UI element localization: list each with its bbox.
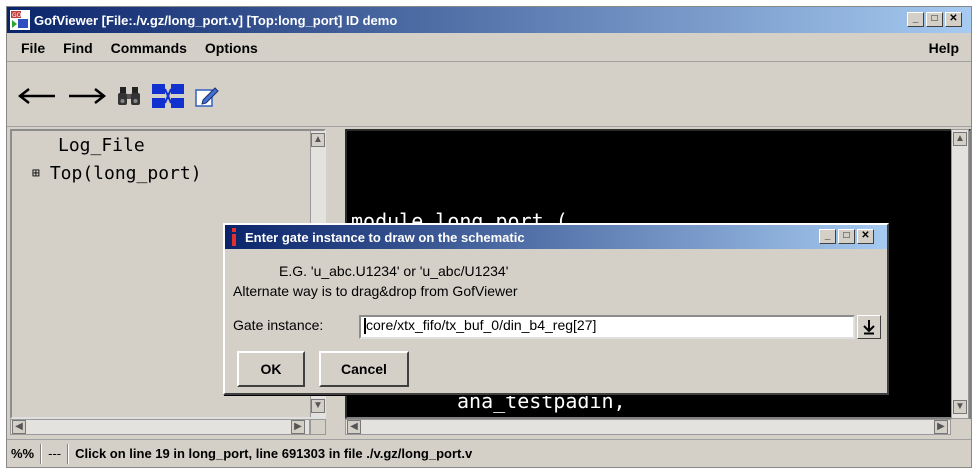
- app-icon: GOF: [10, 10, 30, 30]
- code-vertical-scrollbar[interactable]: ▲ ▼: [951, 129, 969, 419]
- dialog-close-button[interactable]: ✕: [857, 229, 874, 244]
- dialog-example-text: E.G. 'u_abc.U1234' or 'u_abc/U1234': [279, 263, 509, 279]
- code-horizontal-scrollbar[interactable]: ◀ ▶: [345, 419, 951, 435]
- status-bar: %% --- Click on line 19 in long_port, li…: [7, 439, 971, 467]
- status-zoom: %%: [11, 446, 35, 461]
- menu-find[interactable]: Find: [63, 40, 93, 56]
- back-arrow-icon[interactable]: [17, 86, 57, 106]
- scroll-corner: [310, 419, 326, 435]
- forward-arrow-icon[interactable]: [67, 86, 107, 106]
- close-button[interactable]: ✕: [945, 12, 962, 27]
- dialog-title: Enter gate instance to draw on the schem…: [245, 229, 525, 245]
- title-bar: GOF GofViewer [File:./v.gz/long_port.v] …: [7, 7, 971, 33]
- dialog-maximize-button[interactable]: □: [838, 229, 855, 244]
- scroll-up-icon[interactable]: ▲: [311, 133, 325, 147]
- binoculars-icon[interactable]: [117, 85, 141, 107]
- tree-item-label: Top(long_port): [49, 163, 202, 184]
- gate-history-dropdown-button[interactable]: [857, 315, 881, 339]
- scroll-right-icon[interactable]: ▶: [934, 420, 948, 434]
- status-divider: [40, 443, 43, 464]
- schematic-icon[interactable]: [151, 83, 185, 109]
- tree-item-top[interactable]: ⊞ Top(long_port): [32, 163, 202, 184]
- menu-bar: File Find Commands Options Help: [7, 34, 971, 62]
- tree-item-label: Log_File: [58, 135, 145, 156]
- gate-instance-label: Gate instance:: [233, 317, 324, 333]
- ok-button[interactable]: OK: [237, 351, 305, 387]
- minimize-button[interactable]: _: [907, 12, 924, 27]
- status-divider: [67, 443, 70, 464]
- dialog-minimize-button[interactable]: _: [819, 229, 836, 244]
- menu-file[interactable]: File: [21, 40, 45, 56]
- scroll-up-icon[interactable]: ▲: [953, 132, 967, 146]
- menu-commands[interactable]: Commands: [111, 40, 187, 56]
- svg-text:GOF: GOF: [12, 12, 25, 19]
- gofviewer-window: GOF GofViewer [File:./v.gz/long_port.v] …: [6, 6, 972, 468]
- scroll-left-icon[interactable]: ◀: [347, 420, 361, 434]
- gate-instance-value: core/xtx_fifo/tx_buf_0/din_b4_reg[27]: [366, 317, 597, 333]
- gate-instance-input[interactable]: core/xtx_fifo/tx_buf_0/din_b4_reg[27]: [359, 315, 855, 339]
- cancel-button[interactable]: Cancel: [319, 351, 409, 387]
- tree-item-log-file[interactable]: Log_File: [58, 135, 145, 156]
- maximize-button[interactable]: □: [926, 12, 943, 27]
- scroll-left-icon[interactable]: ◀: [12, 420, 26, 434]
- tree-horizontal-scrollbar[interactable]: ◀ ▶: [10, 419, 310, 435]
- expand-icon[interactable]: ⊞: [32, 166, 40, 181]
- menu-options[interactable]: Options: [205, 40, 258, 56]
- edit-icon[interactable]: [195, 85, 219, 107]
- download-arrow-icon: [863, 320, 875, 335]
- menu-help[interactable]: Help: [929, 40, 959, 56]
- status-separator: ---: [48, 446, 62, 461]
- scroll-down-icon[interactable]: ▼: [311, 399, 325, 413]
- window-title: GofViewer [File:./v.gz/long_port.v] [Top…: [34, 12, 398, 28]
- scroll-right-icon[interactable]: ▶: [291, 420, 305, 434]
- scroll-down-icon[interactable]: ▼: [953, 400, 967, 414]
- status-message: Click on line 19 in long_port, line 6913…: [75, 446, 473, 461]
- dialog-hint-text: Alternate way is to drag&drop from GofVi…: [233, 283, 518, 299]
- dialog-title-bar: Enter gate instance to draw on the schem…: [225, 225, 887, 249]
- info-icon: [232, 228, 236, 246]
- toolbar: [7, 65, 971, 127]
- gate-instance-dialog: Enter gate instance to draw on the schem…: [223, 223, 889, 395]
